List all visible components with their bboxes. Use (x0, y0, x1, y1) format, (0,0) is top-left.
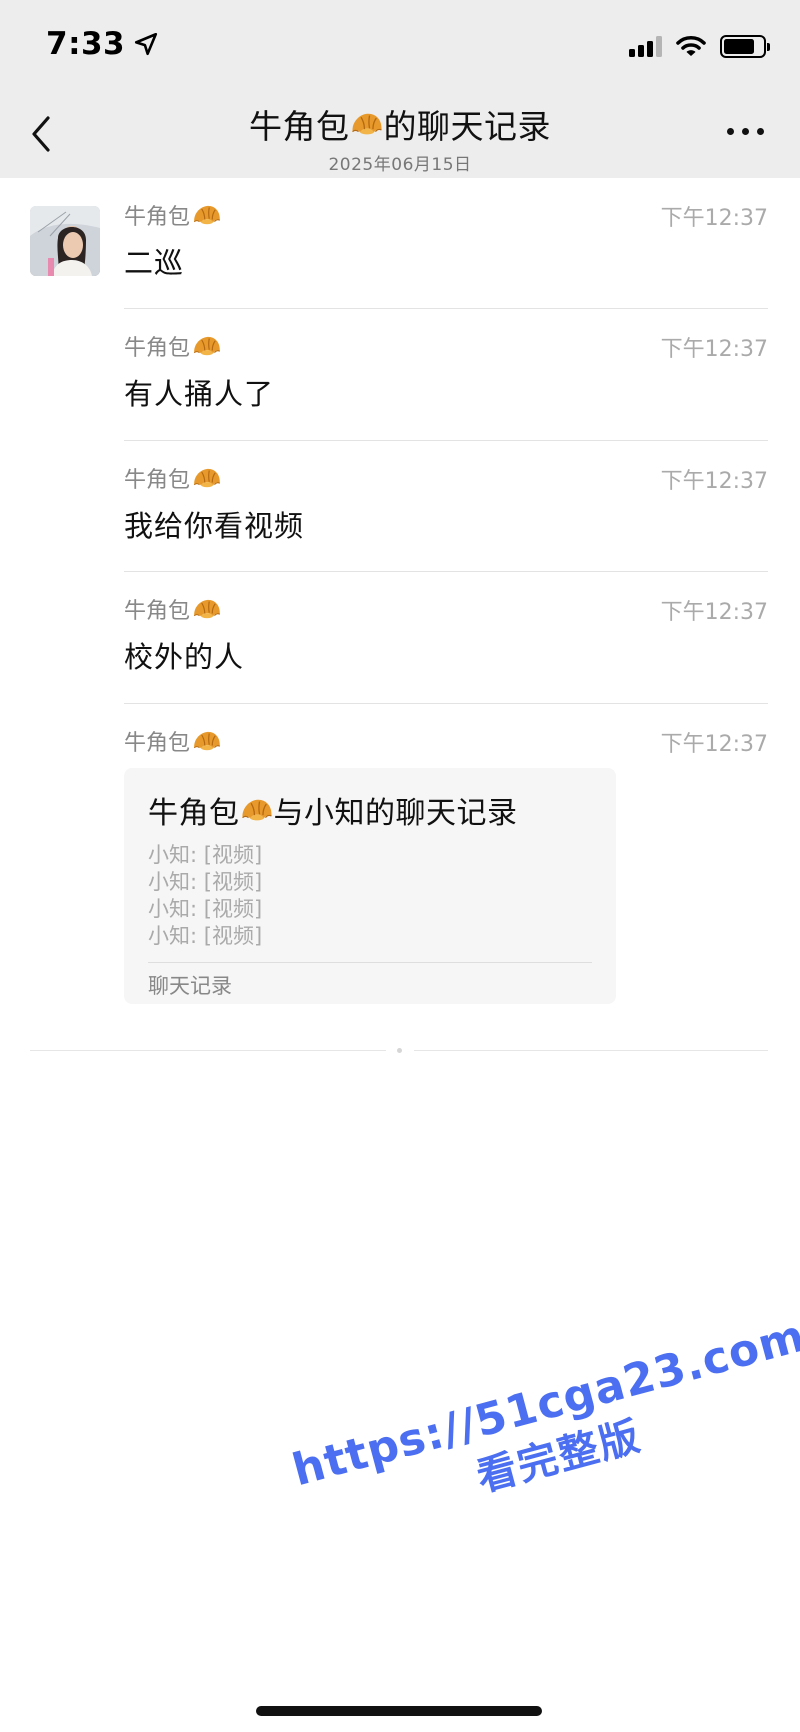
end-divider-left (30, 1050, 386, 1051)
title-suffix: 的聊天记录 (383, 107, 551, 146)
message-divider (124, 571, 768, 572)
chat-record-card[interactable]: 牛角包 与小知的聊天记录 小知: [视频] 小知: [视频] 小知: [视频] … (124, 768, 616, 1004)
message-time: 下午12:37 (660, 206, 768, 231)
message-item[interactable]: 牛角包 下午12:37 有人捅人了 (124, 331, 768, 413)
sender-name: 牛角包 (124, 731, 191, 756)
avatar[interactable] (30, 206, 100, 276)
message-time: 下午12:37 (660, 600, 768, 625)
croissant-icon (192, 202, 222, 228)
message-item[interactable]: 牛角包 下午12:37 我给你看视频 (124, 463, 768, 545)
message-text: 有人捅人了 (124, 377, 275, 411)
sender-name: 牛角包 (124, 468, 191, 493)
title-sender: 牛角包 (249, 107, 350, 146)
end-divider-right (414, 1050, 768, 1051)
chat-date: 2025年06月15日 (328, 155, 472, 175)
croissant-icon (192, 333, 222, 359)
home-indicator[interactable] (256, 1706, 542, 1716)
record-line: 小知: [视频] (148, 924, 263, 948)
message-text: 二巡 (124, 246, 185, 280)
wifi-icon (676, 35, 706, 56)
sender-name: 牛角包 (124, 205, 191, 230)
croissant-icon (192, 728, 222, 754)
record-title-sender: 牛角包 (148, 796, 240, 831)
message-time: 下午12:37 (660, 469, 768, 494)
message-item[interactable]: 牛角包 下午12:37 牛角包 与小知的聊天记录 小知: [视频] 小知: [视… (124, 726, 768, 1004)
status-indicators (629, 34, 770, 58)
message-item[interactable]: 牛角包 下午12:37 二巡 (124, 200, 768, 282)
page-title: 牛角包 的聊天记录 (249, 100, 551, 148)
message-time: 下午12:37 (660, 337, 768, 362)
record-line: 小知: [视频] (148, 843, 263, 867)
status-time: 7:33 (46, 26, 126, 62)
record-title-suffix: 与小知的聊天记录 (273, 796, 518, 831)
record-line: 小知: [视频] (148, 870, 263, 894)
message-text: 校外的人 (124, 640, 245, 674)
end-divider-dot (397, 1048, 402, 1053)
cellular-signal-icon (629, 35, 662, 57)
location-arrow-icon (135, 32, 158, 56)
message-item[interactable]: 牛角包 下午12:37 校外的人 (124, 594, 768, 676)
record-divider (148, 962, 592, 963)
chat-history-screen: 7:33 牛角包 的聊天记录 2025年06月15日 牛角包 下午12:37 二… (0, 0, 800, 1732)
message-divider (124, 440, 768, 441)
record-title: 牛角包 与小知的聊天记录 (148, 788, 592, 832)
croissant-icon (192, 465, 222, 491)
watermark: https://51cga23.com 看完整版 (287, 1310, 800, 1548)
message-divider (124, 308, 768, 309)
message-text: 我给你看视频 (124, 509, 305, 543)
sender-name: 牛角包 (124, 336, 191, 361)
record-line: 小知: [视频] (148, 897, 263, 921)
battery-icon (720, 34, 770, 58)
croissant-icon (192, 596, 222, 622)
status-time-group: 7:33 (46, 26, 159, 62)
header-title-block: 牛角包 的聊天记录 2025年06月15日 (0, 100, 800, 175)
croissant-icon (350, 109, 384, 139)
record-preview-lines: 小知: [视频] 小知: [视频] 小知: [视频] 小知: [视频] (148, 842, 592, 950)
more-dots-icon[interactable] (727, 128, 764, 135)
sender-name: 牛角包 (124, 599, 191, 624)
message-time: 下午12:37 (660, 732, 768, 757)
record-footer: 聊天记录 (148, 974, 232, 998)
message-divider (124, 703, 768, 704)
croissant-icon (240, 795, 274, 825)
